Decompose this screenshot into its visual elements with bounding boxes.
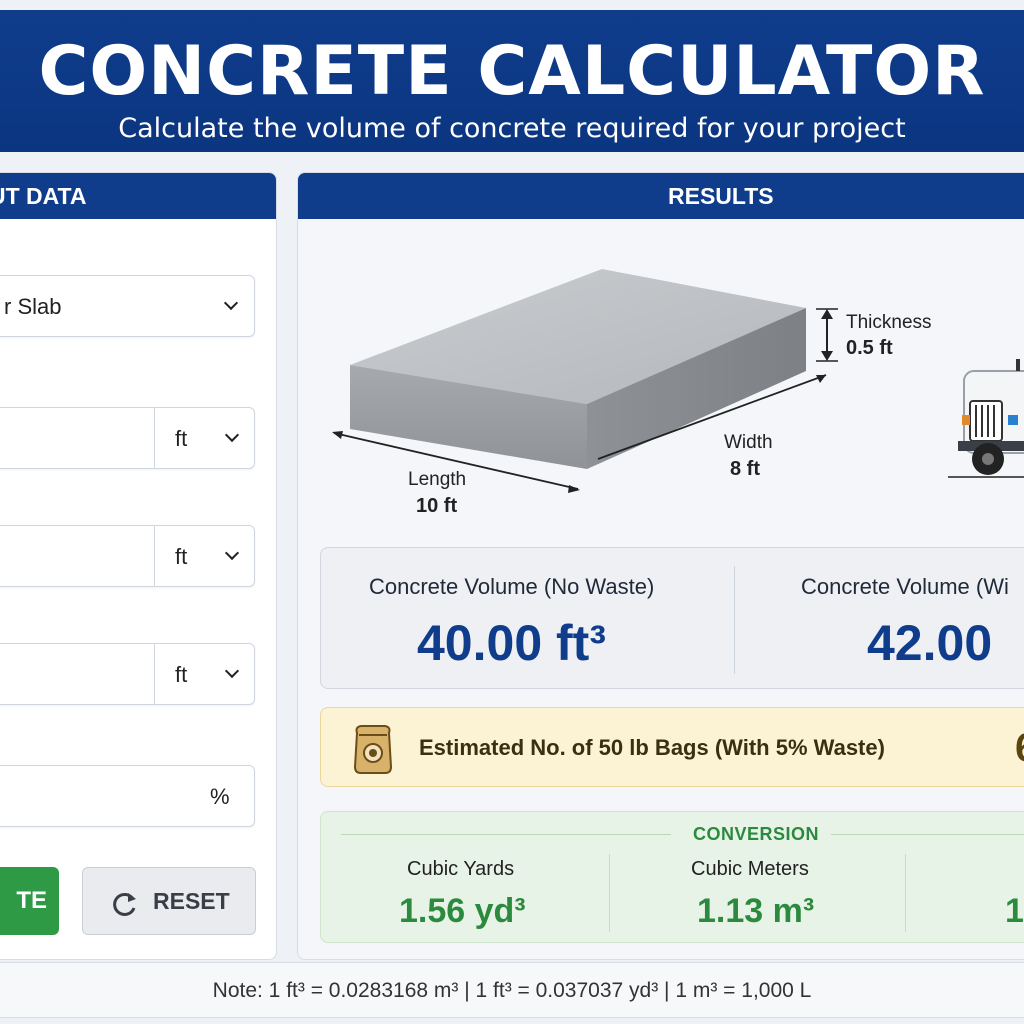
length-unit-select[interactable]: ft (154, 408, 254, 468)
cement-bag-icon (353, 725, 393, 774)
bags-estimate: Estimated No. of 50 lb Bags (With 5% Was… (320, 707, 1024, 787)
thickness-value: 0.5 ft (846, 337, 893, 359)
chevron-down-icon (224, 427, 240, 443)
page-title: CONCRETE CALCULATOR (38, 32, 986, 111)
results-panel: RESULTS Thickness 0.5 ft Width 8 ft Leng… (297, 172, 1024, 960)
reset-icon (113, 892, 136, 916)
thickness-field[interactable]: ft (0, 643, 255, 705)
waste-field[interactable]: % (0, 765, 255, 827)
chevron-down-icon (224, 663, 240, 679)
page-subtitle: Calculate the volume of concrete require… (118, 113, 906, 144)
volume-no-waste-label: Concrete Volume (No Waste) (369, 574, 655, 599)
volume-no-waste-value: 40.00 ft³ (417, 615, 606, 671)
volume-divider (734, 566, 735, 674)
conversion-divider (609, 854, 610, 932)
cubic-yards-label: Cubic Yards (407, 858, 515, 880)
cubic-yards-value: 1.56 yd³ (399, 892, 526, 930)
slab-diagram: Thickness 0.5 ft Width 8 ft Length 10 ft (332, 269, 1024, 517)
length-unit: ft (175, 426, 188, 451)
volume-with-waste-value: 42.00 (867, 615, 993, 671)
volume-results: Concrete Volume (No Waste) 40.00 ft³ Con… (320, 547, 1024, 689)
conversion-third-value: 1 (1005, 892, 1024, 930)
cubic-meters-value: 1.13 m³ (697, 892, 815, 930)
input-panel-title: UT DATA (0, 173, 276, 219)
input-panel: UT DATA r Slab ft ft ft % TE RESET (0, 172, 277, 960)
width-unit-select[interactable]: ft (154, 526, 254, 586)
thickness-unit-select[interactable]: ft (154, 644, 254, 704)
width-value: 8 ft (730, 458, 760, 480)
width-label: Width (724, 432, 773, 453)
chevron-down-icon (223, 295, 239, 311)
shape-select[interactable]: r Slab (0, 275, 255, 337)
conversion-divider (905, 854, 906, 932)
concrete-truck-icon (948, 359, 1024, 478)
reset-button[interactable]: RESET (82, 867, 256, 935)
conversion-note: Note: 1 ft³ = 0.0283168 m³ | 1 ft³ = 0.0… (0, 962, 1024, 1018)
conversion-rule-left (341, 834, 671, 835)
app-header: CONCRETE CALCULATOR Calculate the volume… (0, 10, 1024, 152)
bags-label: Estimated No. of 50 lb Bags (With 5% Was… (419, 735, 885, 760)
conversion-box: CONVERSION Cubic Yards 1.56 yd³ Cubic Me… (320, 811, 1024, 943)
length-label: Length (408, 469, 466, 490)
cubic-meters-label: Cubic Meters (691, 858, 809, 880)
calculate-button[interactable]: TE (0, 867, 59, 935)
bags-value: 6 (1015, 726, 1024, 771)
thickness-label: Thickness (846, 312, 932, 333)
length-value: 10 ft (416, 495, 457, 517)
results-panel-title: RESULTS (298, 173, 1024, 219)
thickness-unit: ft (175, 662, 188, 687)
chevron-down-icon (224, 545, 240, 561)
volume-with-waste-label: Concrete Volume (Wi (801, 574, 1009, 599)
conversion-title: CONVERSION (693, 824, 820, 844)
waste-unit: % (210, 784, 230, 809)
width-field[interactable]: ft (0, 525, 255, 587)
shape-select-value: r Slab (4, 294, 62, 319)
width-unit: ft (175, 544, 188, 569)
conversion-rule-right (831, 834, 1024, 835)
reset-button-label: RESET (153, 888, 230, 914)
length-field[interactable]: ft (0, 407, 255, 469)
